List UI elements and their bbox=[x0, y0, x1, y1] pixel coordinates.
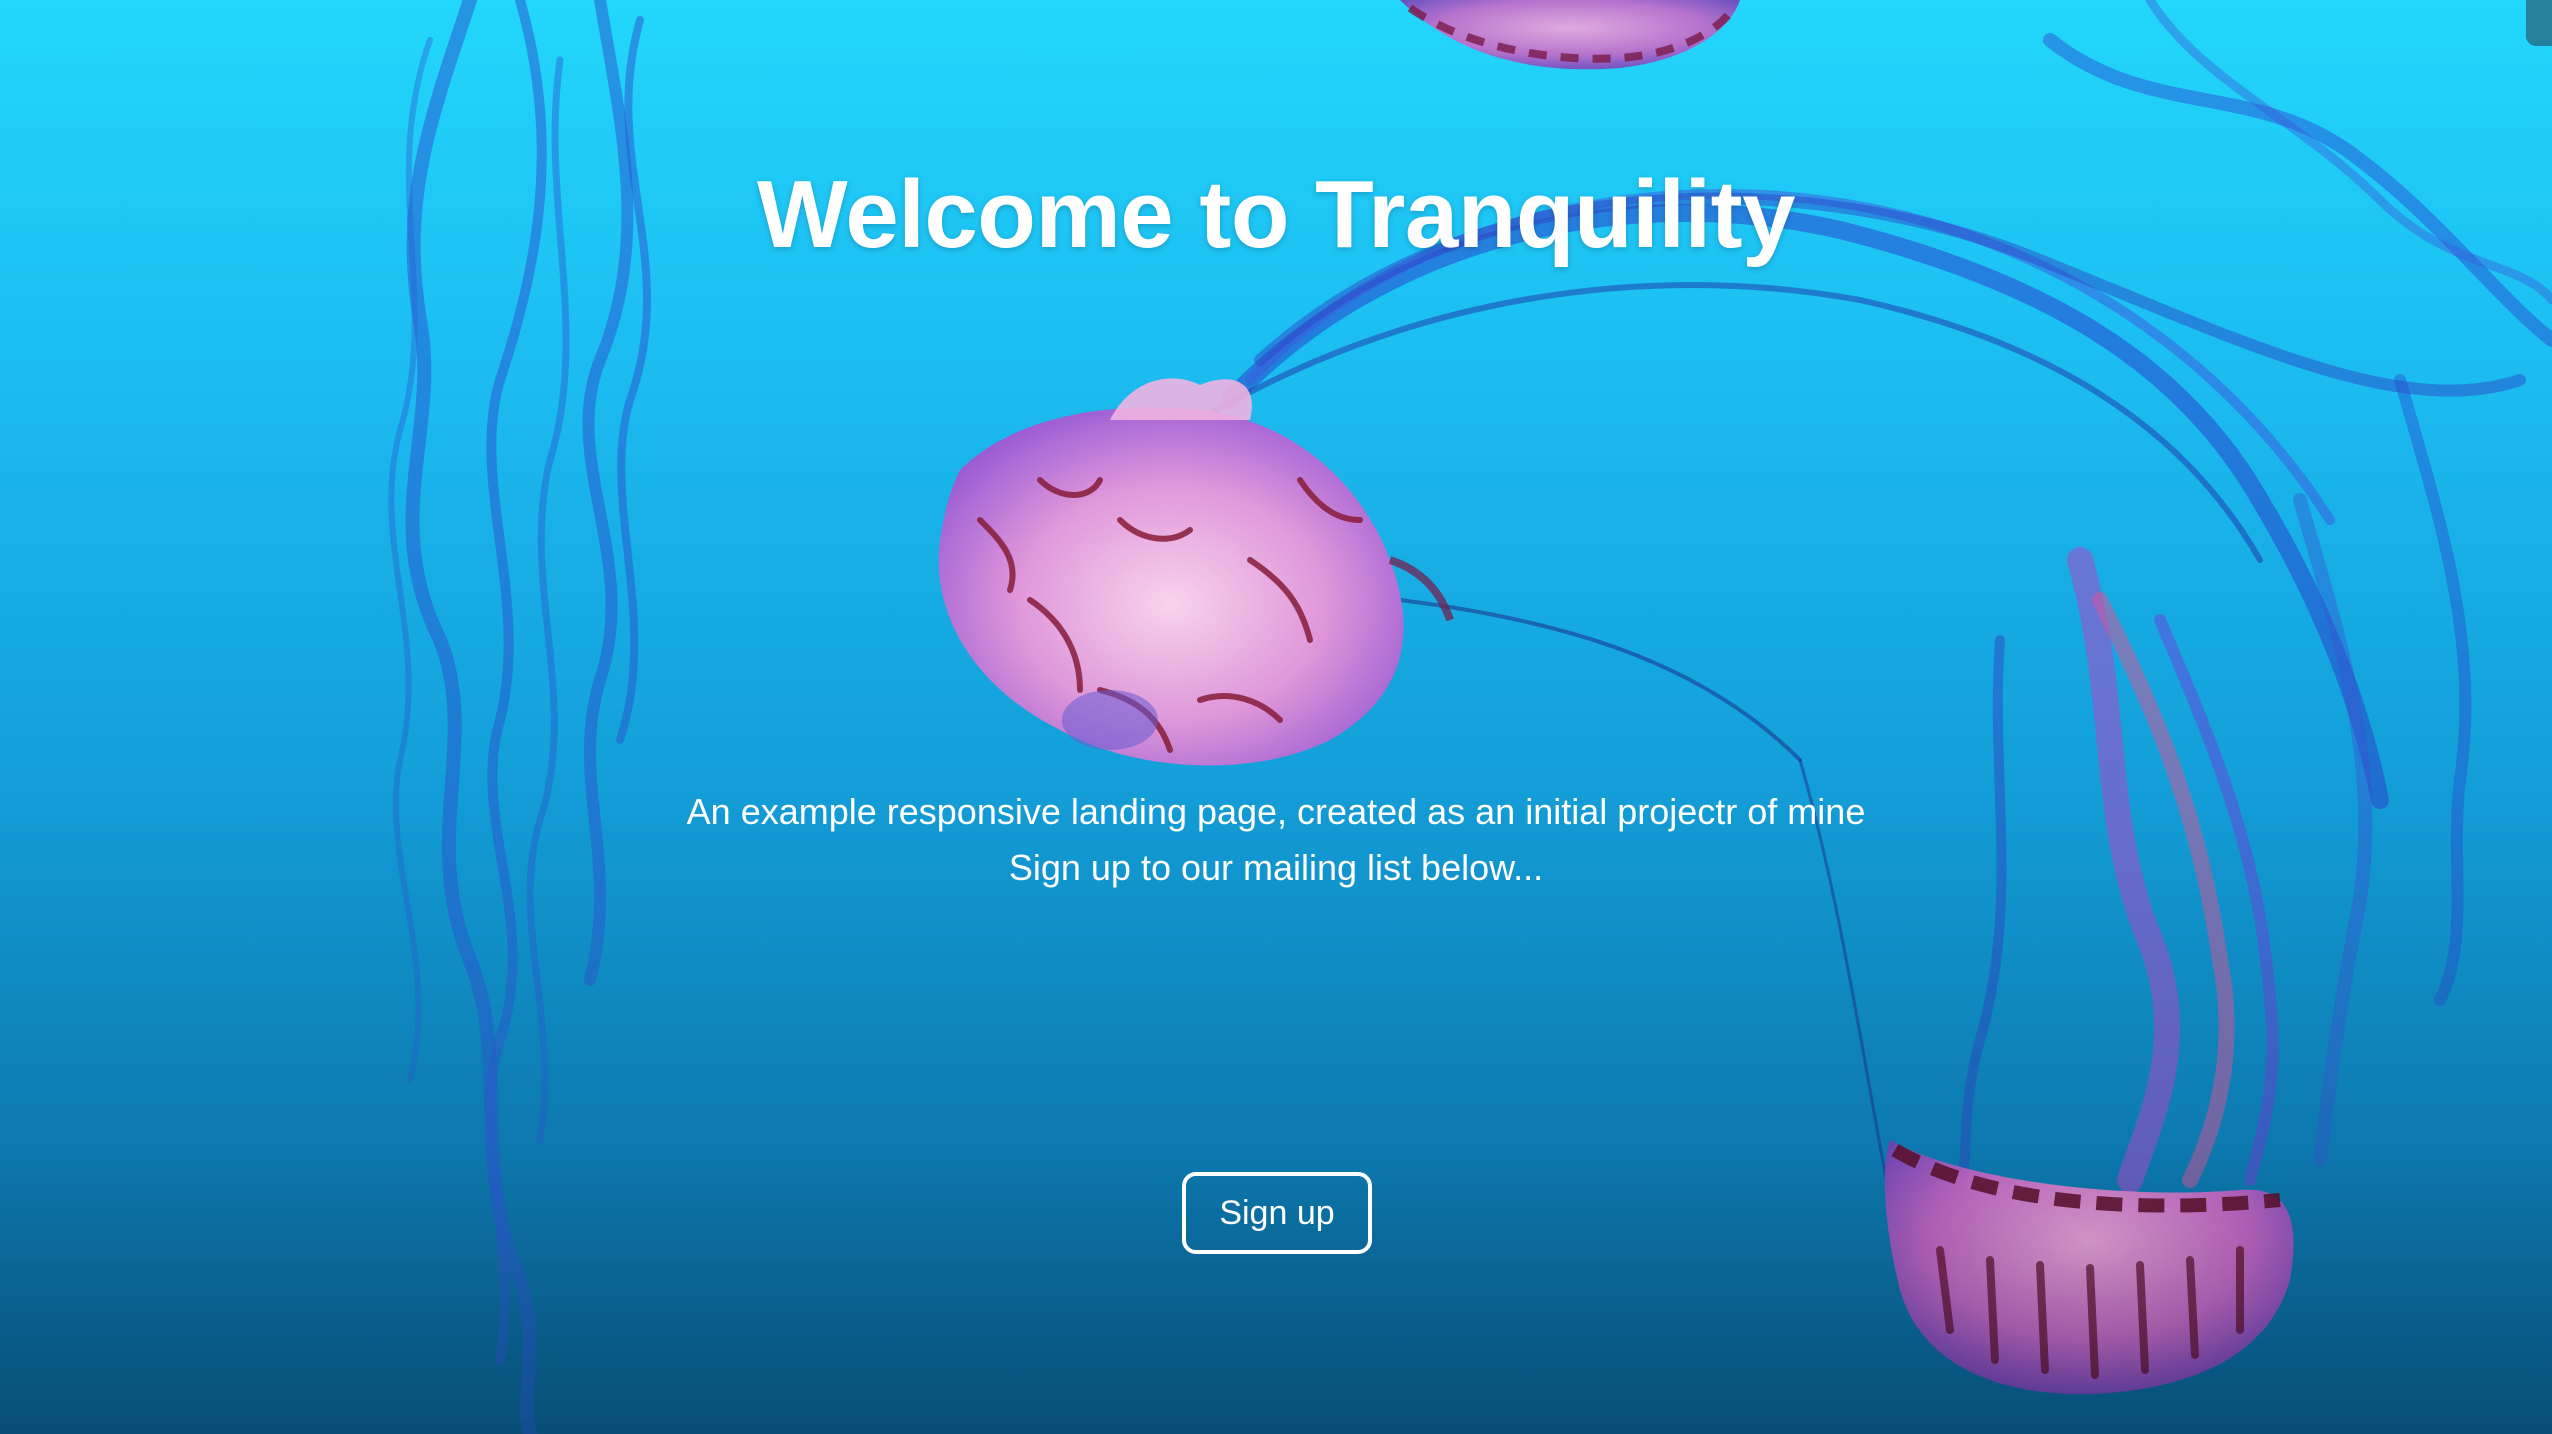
landing-page: Welcome to Tranquility An example respon… bbox=[0, 0, 2552, 1434]
mailing-list-prompt: Sign up to our mailing list below... bbox=[1008, 847, 1544, 888]
page-title: Welcome to Tranquility bbox=[756, 161, 1796, 268]
hero-description: An example responsive landing page, crea… bbox=[686, 791, 1866, 832]
hero-section: Welcome to Tranquility An example respon… bbox=[0, 0, 2552, 1434]
signup-button[interactable]: Sign up bbox=[1182, 1172, 1372, 1254]
